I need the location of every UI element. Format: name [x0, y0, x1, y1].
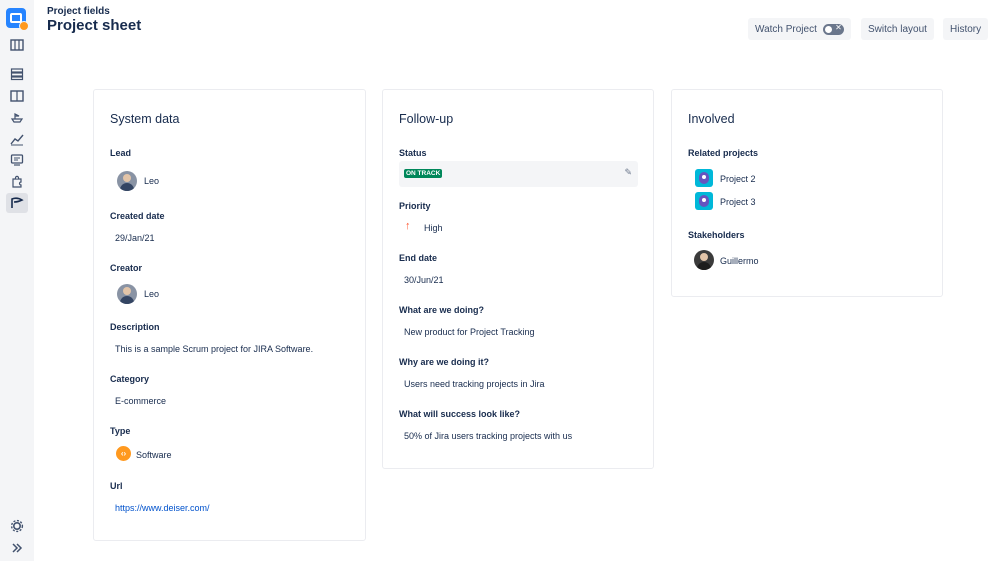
created-date-value: 29/Jan/21: [115, 233, 155, 243]
lead-label: Lead: [110, 148, 132, 158]
priority-high-icon: ↑: [405, 220, 411, 232]
project-sheet-icon[interactable]: [6, 193, 28, 213]
end-date-label: End date: [399, 253, 438, 263]
category-value: E-commerce: [115, 396, 167, 406]
app-logo-icon[interactable]: [6, 8, 29, 31]
why-label: Why are we doing it?: [399, 357, 490, 367]
expand-icon[interactable]: [6, 538, 28, 558]
success-label: What will success look like?: [399, 409, 521, 419]
url-label: Url: [110, 481, 123, 491]
switch-layout-button[interactable]: Switch layout: [861, 18, 934, 40]
created-date-label: Created date: [110, 211, 165, 221]
watch-toggle[interactable]: [822, 23, 844, 35]
end-date-value: 30/Jun/21: [404, 275, 444, 285]
follow-up-card: Follow-up Status ON TRACK ✎ Priority ↑ H…: [382, 89, 654, 469]
status-lozenge: ON TRACK: [404, 169, 443, 178]
creator-value[interactable]: Leo: [144, 289, 159, 299]
project-avatar-icon: [695, 169, 713, 187]
watch-project-label: Watch Project: [755, 23, 817, 35]
type-value: Software: [136, 450, 172, 460]
history-button[interactable]: History: [943, 18, 989, 40]
success-value: 50% of Jira users tracking projects with…: [404, 431, 573, 441]
category-label: Category: [110, 374, 150, 384]
watch-project-button[interactable]: Watch Project: [748, 18, 851, 40]
related-projects-label: Related projects: [688, 148, 759, 158]
status-label: Status: [399, 148, 427, 158]
description-value: This is a sample Scrum project for JIRA …: [115, 344, 314, 354]
card-title: Follow-up: [399, 112, 454, 126]
edit-pencil-icon[interactable]: ✎: [624, 167, 632, 178]
board-view-icon[interactable]: [6, 150, 28, 170]
breadcrumb[interactable]: Project fields: [47, 6, 110, 17]
settings-icon[interactable]: [6, 516, 28, 536]
related-project-link[interactable]: Project 3: [720, 197, 756, 207]
puzzle-icon[interactable]: [6, 172, 28, 192]
involved-card: Involved Related projects Project 2 Proj…: [671, 89, 943, 297]
what-value: New product for Project Tracking: [404, 327, 535, 337]
lead-value[interactable]: Leo: [144, 176, 159, 186]
description-label: Description: [110, 322, 160, 332]
avatar: [117, 284, 137, 304]
system-data-card: System data Lead Leo Created date 29/Jan…: [93, 89, 366, 541]
sidebar: [0, 0, 34, 561]
why-value: Users need tracking projects in Jira: [404, 379, 545, 389]
priority-value: High: [424, 223, 443, 233]
project-avatar-icon: [695, 192, 713, 210]
priority-label: Priority: [399, 201, 431, 211]
creator-label: Creator: [110, 263, 143, 273]
avatar: [694, 250, 714, 270]
software-type-icon: ‹›: [116, 446, 131, 461]
page-title: Project sheet: [47, 17, 142, 34]
card-title: Involved: [688, 112, 735, 126]
what-label: What are we doing?: [399, 305, 485, 315]
reports-icon[interactable]: [6, 129, 28, 149]
avatar: [117, 171, 137, 191]
ship-icon[interactable]: [6, 107, 28, 127]
board-icon[interactable]: [6, 35, 28, 55]
backlog-icon[interactable]: [6, 64, 28, 84]
columns-icon[interactable]: [6, 86, 28, 106]
type-label: Type: [110, 426, 131, 436]
url-link[interactable]: https://www.deiser.com/: [115, 503, 210, 513]
status-field[interactable]: ON TRACK ✎: [399, 161, 638, 187]
stakeholder-value[interactable]: Guillermo: [720, 256, 759, 266]
stakeholders-label: Stakeholders: [688, 230, 745, 240]
related-project-link[interactable]: Project 2: [720, 174, 756, 184]
card-title: System data: [110, 112, 180, 126]
